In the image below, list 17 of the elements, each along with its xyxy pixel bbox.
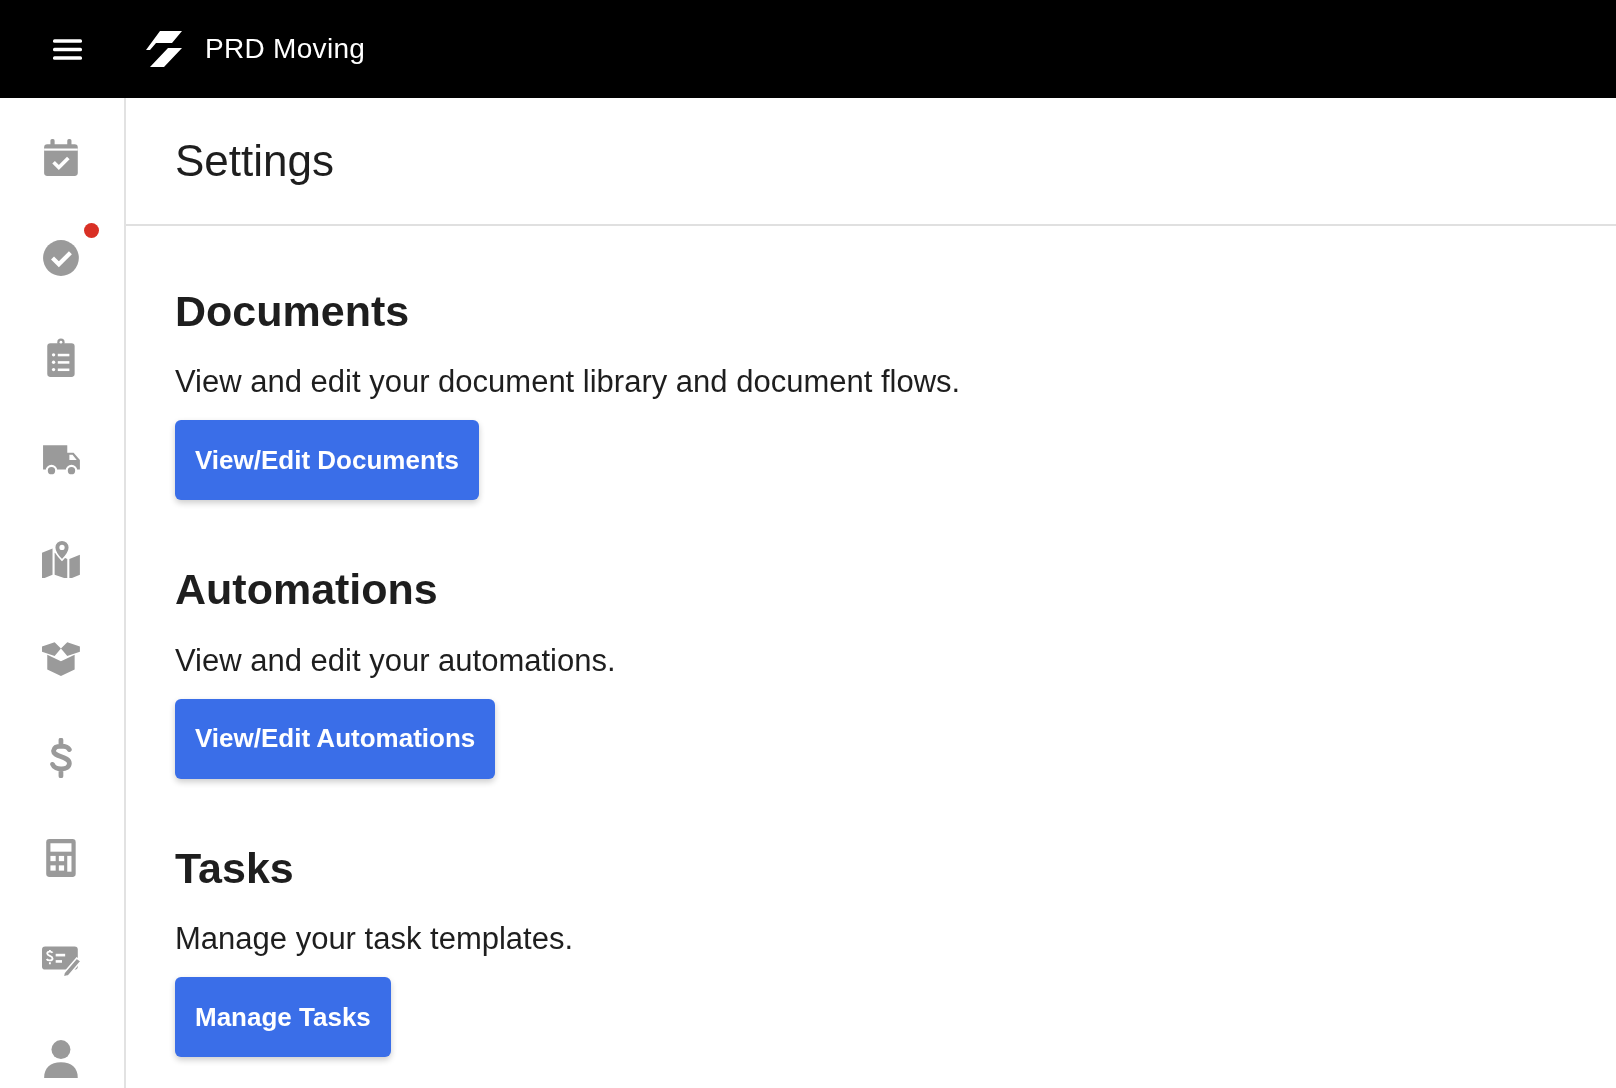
section-description: Manage your task templates.	[175, 920, 574, 958]
section-heading: Tasks	[175, 844, 294, 893]
menu-icon	[53, 36, 82, 62]
section-description: View and edit your document library and document flows.	[175, 363, 961, 401]
map-pin-icon[interactable]	[42, 538, 82, 578]
section-heading: Documents	[175, 288, 410, 336]
check-circle-icon[interactable]	[42, 238, 82, 278]
section-description: View and edit your automations.	[175, 641, 616, 679]
page-title: Settings	[175, 136, 334, 186]
action-button[interactable]: Manage Tasks	[175, 977, 391, 1058]
section-heading: Automations	[175, 566, 438, 614]
notification-dot	[84, 223, 99, 238]
action-button[interactable]: View/Edit Documents	[175, 420, 479, 501]
brand-name: PRD Moving	[205, 33, 366, 65]
action-button[interactable]: View/Edit Automations	[175, 698, 496, 779]
lightning-logo-icon	[146, 30, 182, 68]
menu-button[interactable]	[53, 36, 82, 62]
